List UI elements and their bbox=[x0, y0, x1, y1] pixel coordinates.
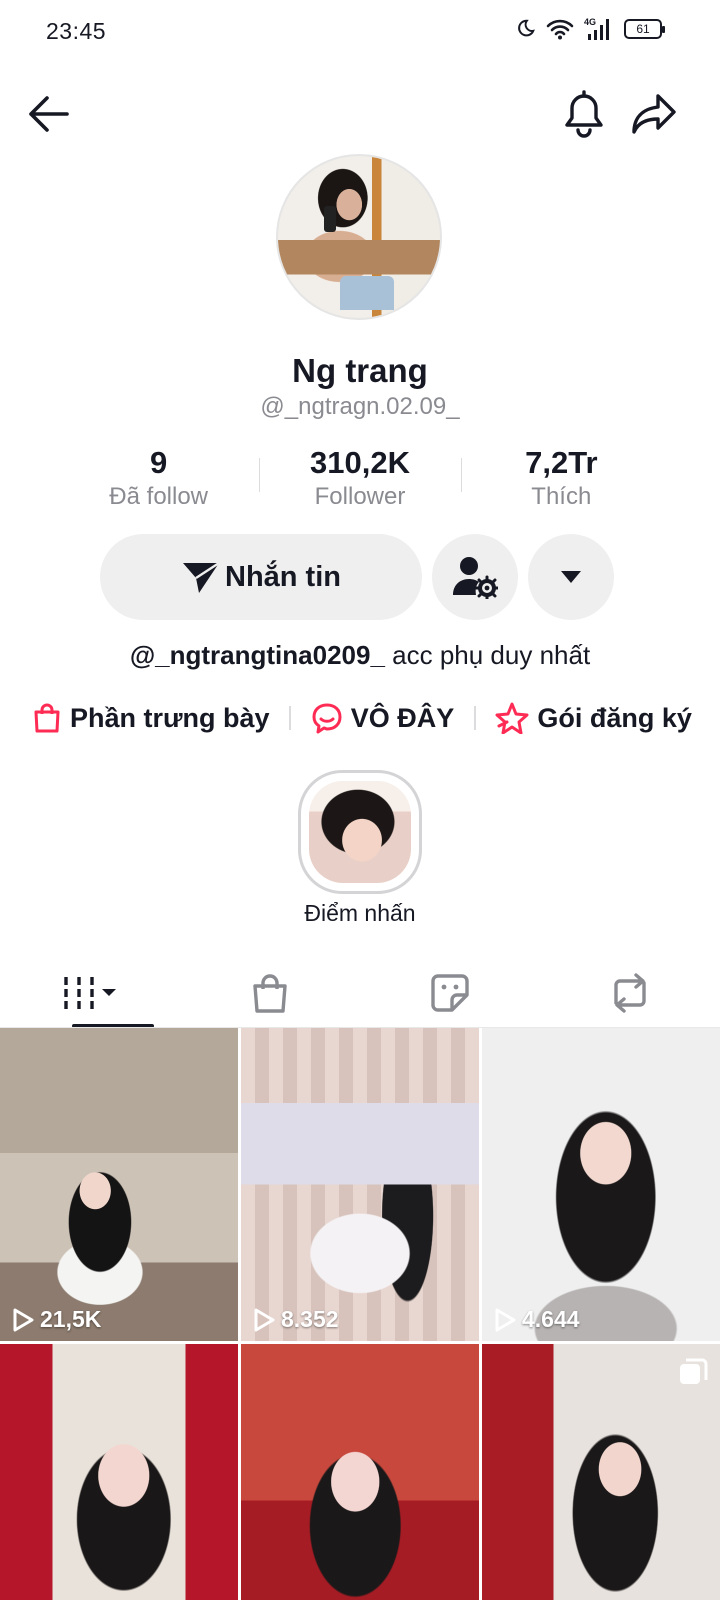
battery-icon: 61 bbox=[624, 19, 665, 39]
highlight-story[interactable] bbox=[298, 770, 422, 894]
profile-actions: Nhắn tin bbox=[100, 534, 614, 620]
wifi-icon bbox=[546, 19, 574, 40]
video-tile[interactable] bbox=[0, 1344, 238, 1600]
profile-stats: 9 Đã follow 310,2K Follower 7,2Tr Thích bbox=[58, 444, 662, 516]
videos-grid-icon bbox=[64, 977, 116, 1009]
link-divider bbox=[289, 706, 292, 730]
stat-following-label: Đã follow bbox=[109, 483, 209, 510]
video-grid: 21,5K 8.352 4.644 bbox=[0, 1028, 720, 1600]
stat-followers-value: 310,2K bbox=[310, 445, 410, 480]
message-button[interactable]: Nhắn tin bbox=[100, 534, 422, 620]
status-icons: 4G 61 bbox=[514, 16, 665, 42]
user-settings-icon bbox=[453, 557, 498, 599]
highlight-thumbnail bbox=[309, 781, 411, 883]
favorites-icon bbox=[431, 974, 469, 1012]
link-showcase-label: Phần trưng bày bbox=[70, 702, 270, 733]
caret-down-icon bbox=[561, 571, 581, 583]
video-tile[interactable] bbox=[482, 1344, 720, 1600]
profile-links: Phần trưng bày VÔ ĐÂY Gói đăng ký bbox=[32, 698, 692, 738]
bio-text: acc phụ duy nhất bbox=[384, 640, 591, 670]
username: @_ngtragn.02.09_ bbox=[260, 393, 460, 420]
view-count-value: 21,5K bbox=[40, 1306, 102, 1332]
view-count: 21,5K bbox=[12, 1306, 101, 1333]
tab-favorites[interactable] bbox=[360, 958, 540, 1028]
moon-icon bbox=[518, 19, 535, 37]
share-arrow-icon bbox=[632, 94, 676, 134]
stat-followers[interactable]: 310,2K Follower bbox=[259, 444, 460, 516]
top-nav bbox=[0, 84, 720, 146]
more-options-dropdown[interactable] bbox=[528, 534, 614, 620]
notification-bell-button[interactable] bbox=[554, 84, 614, 144]
link-subscription-label: Gói đăng ký bbox=[537, 702, 692, 733]
status-time: 23:45 bbox=[46, 18, 107, 44]
play-icon bbox=[495, 1308, 516, 1331]
play-icon bbox=[13, 1308, 34, 1331]
cellular-signal-icon: 4G bbox=[584, 17, 609, 40]
play-icon bbox=[254, 1308, 275, 1331]
link-enter-here-label: VÔ ĐÂY bbox=[350, 702, 455, 733]
bell-icon bbox=[565, 90, 603, 138]
shop-bag-icon bbox=[253, 974, 287, 1013]
profile-avatar[interactable] bbox=[276, 154, 442, 320]
share-button[interactable] bbox=[624, 84, 684, 144]
status-bar: 23:45 4G 61 bbox=[0, 0, 720, 62]
video-tile[interactable] bbox=[241, 1344, 479, 1600]
tab-shop[interactable] bbox=[180, 958, 360, 1028]
view-count-value: 8.352 bbox=[281, 1306, 339, 1332]
tab-reposts[interactable] bbox=[540, 958, 720, 1028]
stat-likes-value: 7,2Tr bbox=[525, 445, 598, 480]
stat-likes[interactable]: 7,2Tr Thích bbox=[460, 444, 662, 516]
link-showcase[interactable]: Phần trưng bày bbox=[32, 702, 270, 734]
multi-photo-icon bbox=[680, 1358, 708, 1384]
bio-handle-link[interactable]: @_ngtrangtina0209_ bbox=[130, 640, 385, 670]
star-badge-icon bbox=[495, 702, 529, 734]
profile-bio: @_ngtrangtina0209_ acc phụ duy nhất bbox=[0, 640, 720, 671]
stat-following-value: 9 bbox=[150, 445, 168, 480]
display-name: Ng trang bbox=[292, 352, 428, 389]
video-tile[interactable]: 8.352 bbox=[241, 1028, 479, 1341]
avatar-photo-detail bbox=[324, 206, 336, 232]
back-button[interactable] bbox=[18, 84, 78, 144]
arrow-left-icon bbox=[29, 96, 69, 132]
stat-followers-label: Follower bbox=[314, 483, 406, 510]
video-tile[interactable]: 4.644 bbox=[482, 1028, 720, 1341]
link-enter-here[interactable]: VÔ ĐÂY bbox=[311, 702, 455, 734]
view-count: 8.352 bbox=[253, 1306, 339, 1333]
chat-bubble-icon bbox=[312, 703, 342, 734]
highlight-label: Điểm nhấn bbox=[304, 900, 416, 926]
follow-settings-button[interactable] bbox=[432, 534, 518, 620]
video-tile[interactable]: 21,5K bbox=[0, 1028, 238, 1341]
message-button-label: Nhắn tin bbox=[225, 560, 341, 593]
shopping-bag-icon bbox=[34, 703, 60, 733]
stat-likes-label: Thích bbox=[531, 483, 592, 510]
view-count: 4.644 bbox=[494, 1306, 580, 1333]
stat-following[interactable]: 9 Đã follow bbox=[58, 444, 259, 516]
link-divider bbox=[473, 706, 476, 730]
view-count-value: 4.644 bbox=[522, 1306, 580, 1332]
content-tabs bbox=[0, 958, 720, 1028]
link-subscription[interactable]: Gói đăng ký bbox=[495, 702, 692, 734]
svg-text:4G: 4G bbox=[584, 17, 596, 27]
repost-icon bbox=[614, 973, 646, 1013]
tab-videos[interactable] bbox=[0, 958, 180, 1028]
send-message-icon bbox=[183, 561, 220, 593]
